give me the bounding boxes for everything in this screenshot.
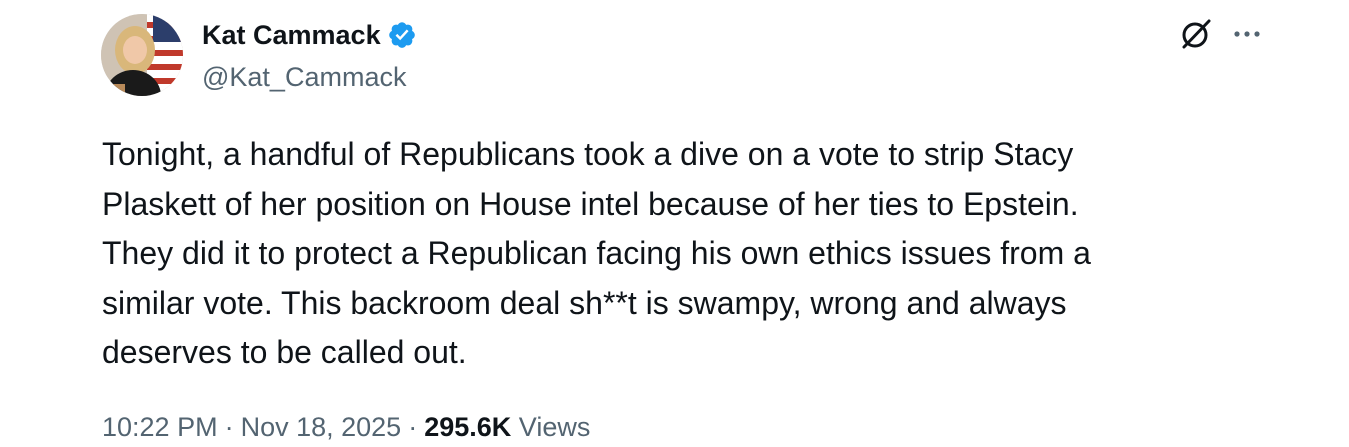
tweet-text: Tonight, a handful of Republicans took a…: [102, 136, 1091, 370]
verified-badge-icon: [387, 20, 417, 50]
avatar[interactable]: [101, 14, 183, 96]
views-count[interactable]: 295.6K: [424, 412, 511, 442]
grok-icon[interactable]: [1178, 16, 1214, 52]
tweet-time[interactable]: 10:22 PM: [102, 412, 218, 442]
tweet-date[interactable]: Nov 18, 2025: [241, 412, 402, 442]
author-handle[interactable]: @Kat_Cammack: [202, 61, 406, 93]
more-options-icon[interactable]: [1229, 18, 1265, 50]
author-name-row[interactable]: Kat Cammack: [202, 18, 417, 52]
tweet-card: Kat Cammack @Kat_Cammack Tonight, a hand…: [0, 0, 1349, 447]
meta-separator: ·: [408, 412, 418, 442]
tweet-metadata: 10:22 PM · Nov 18, 2025 · 295.6K Views: [102, 410, 590, 444]
author-display-name[interactable]: Kat Cammack: [202, 18, 381, 52]
views-label[interactable]: Views: [519, 412, 591, 442]
meta-separator: ·: [224, 412, 234, 442]
avatar-image: [101, 14, 183, 96]
